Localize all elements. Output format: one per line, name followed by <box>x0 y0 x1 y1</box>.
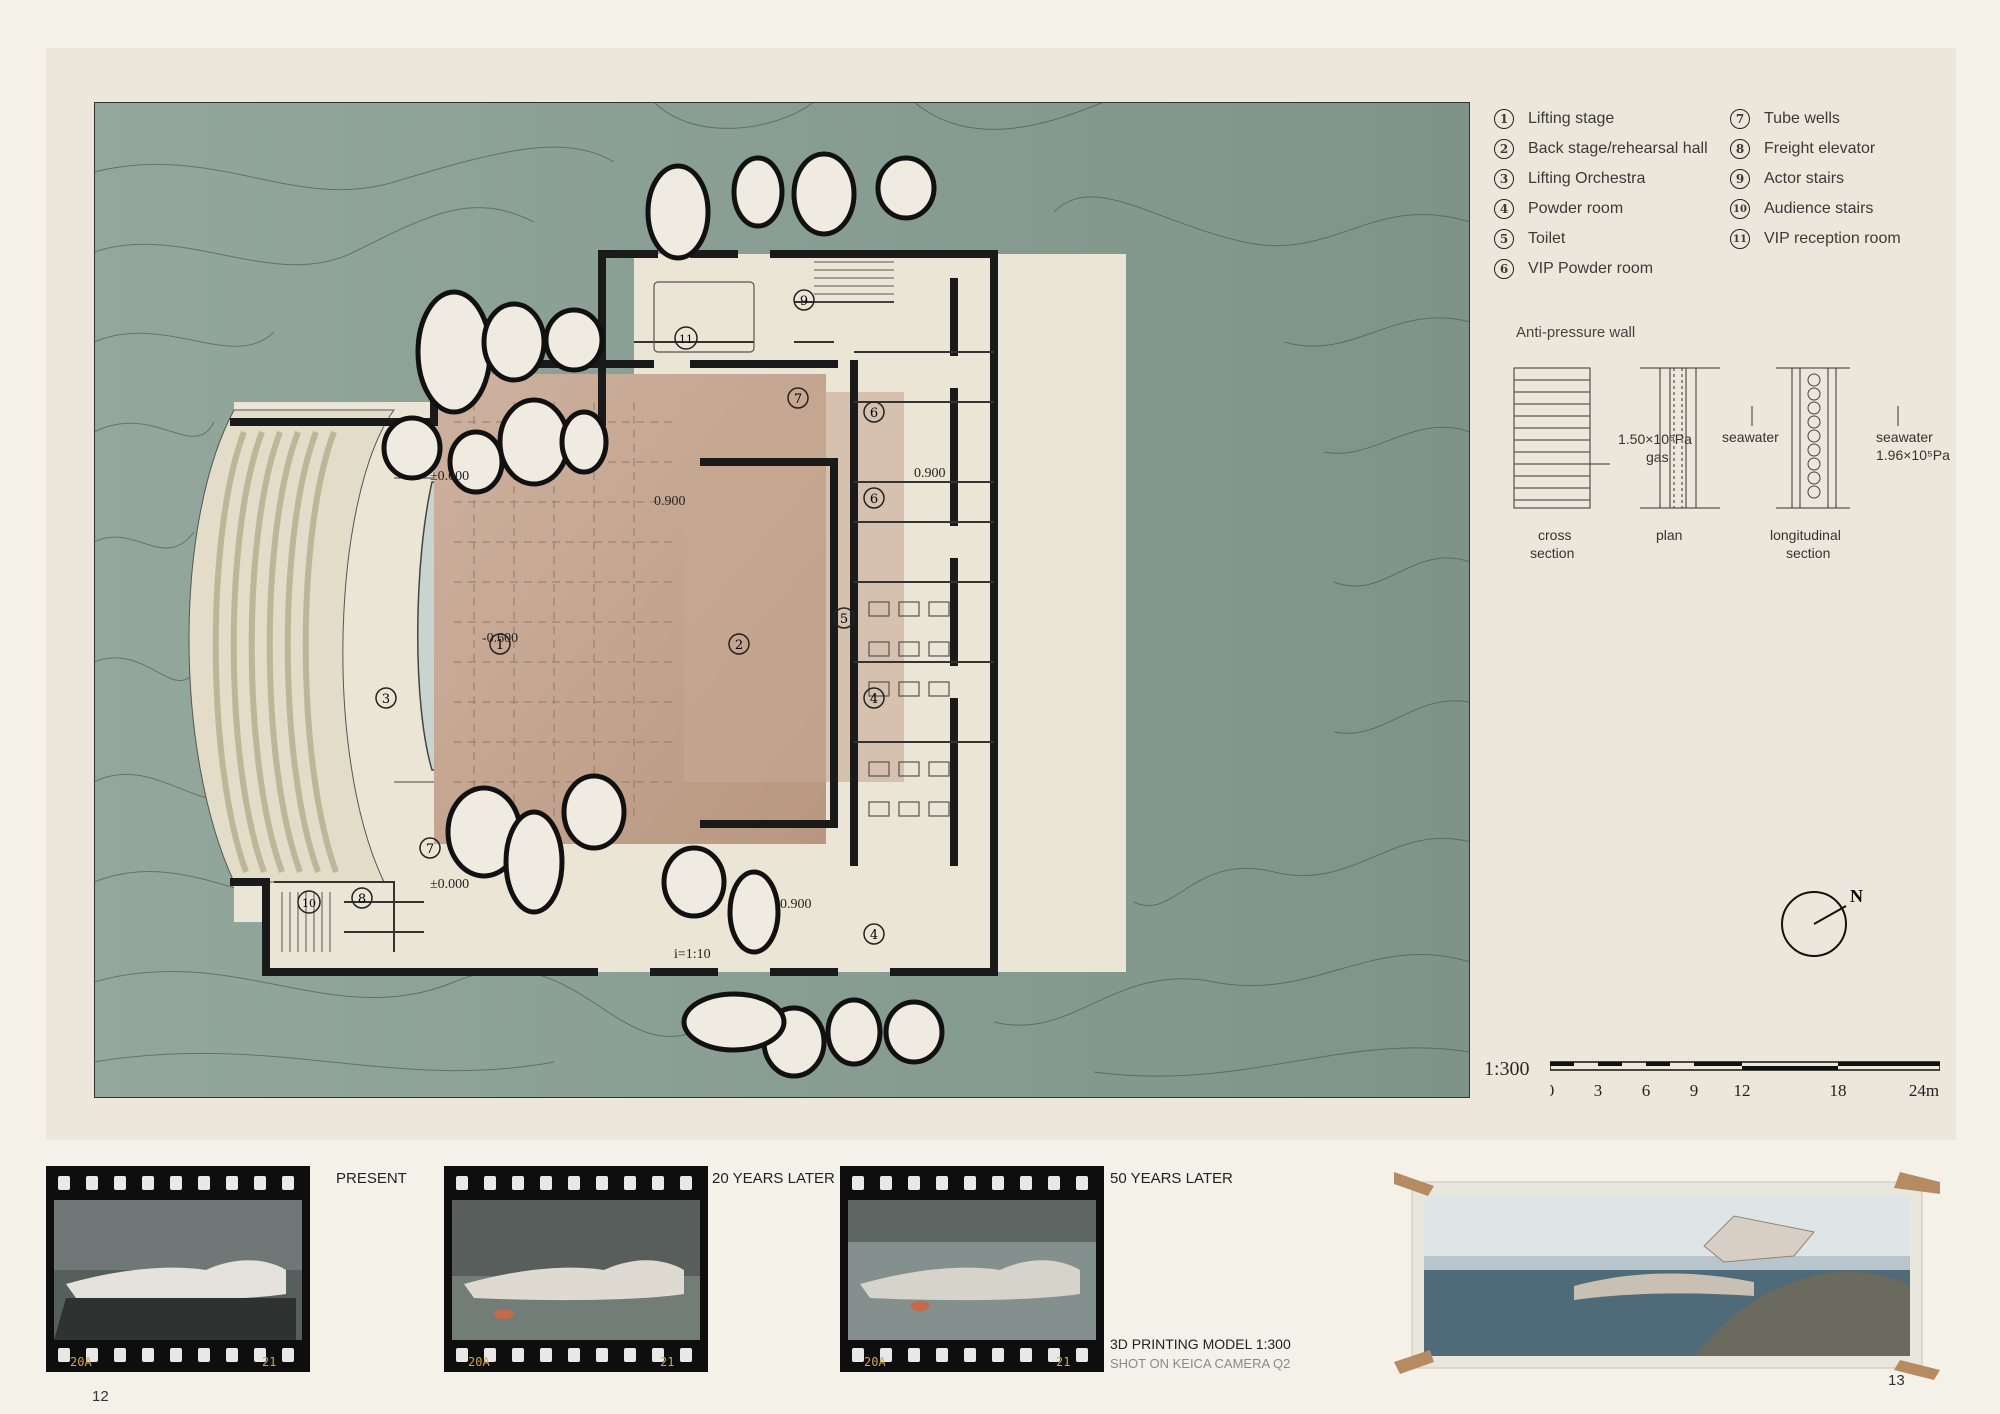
legend-item: 11 VIP reception room <box>1730 224 1901 254</box>
scale-bar: 0 3 6 9 12 18 24m <box>1550 1061 1940 1100</box>
room-2-label: 2 <box>735 638 743 653</box>
legend-label: Lifting Orchestra <box>1528 170 1646 187</box>
legend-label: Audience stairs <box>1764 200 1874 217</box>
film-label-50-years: 50 YEARS LATER <box>1110 1170 1233 1187</box>
legend-item: 9 Actor stairs <box>1730 164 1901 194</box>
legend-label: Freight elevator <box>1764 140 1876 157</box>
section-render-photo <box>1394 1172 1940 1380</box>
room-11-label: 11 <box>679 333 693 346</box>
legend-number: 1 <box>1494 109 1514 129</box>
scale-tick: 18 <box>1830 1081 1847 1100</box>
scale-tick: 0 <box>1550 1081 1554 1100</box>
legend-number: 3 <box>1494 169 1514 189</box>
floor-plan: 1 2 3 4 4 5 6 6 7 7 8 9 10 11 ±0.000 ±0.… <box>94 102 1470 1098</box>
film-frame: 21 <box>660 1355 674 1369</box>
legend-label: VIP reception room <box>1764 230 1901 247</box>
cross-section-label: section <box>1530 545 1574 561</box>
scale-tick: 12 <box>1734 1081 1751 1100</box>
longitudinal-section-label: section <box>1786 545 1830 561</box>
level-corridor: 0.900 <box>780 897 812 912</box>
film-label-present: PRESENT <box>336 1170 407 1187</box>
level-top-zero: ±0.000 <box>430 469 469 484</box>
legend-label: Tube wells <box>1764 110 1840 127</box>
anti-pressure-detail: 1.50×10⁵Pa gas seawater seawater 1.96×10… <box>1513 367 1950 561</box>
legend-label: Actor stairs <box>1764 170 1845 187</box>
legend-number: 6 <box>1494 259 1514 279</box>
legend-item: 7 Tube wells <box>1730 104 1901 134</box>
film-code: 20A <box>468 1355 490 1369</box>
model-subcaption: SHOT ON KEICA CAMERA Q2 <box>1110 1356 1291 1371</box>
back-stage <box>684 392 904 782</box>
legend-label: Back stage/rehearsal hall <box>1528 140 1708 157</box>
room-8-label: 8 <box>358 892 366 907</box>
legend-item: 8 Freight elevator <box>1730 134 1901 164</box>
room-4a-label: 4 <box>870 692 878 707</box>
sea-pressure-label: 1.96×10⁵Pa <box>1876 447 1950 463</box>
legend-left: 1 Lifting stage 2 Back stage/rehearsal hal… <box>1494 104 1708 284</box>
room-3-label: 3 <box>382 692 390 707</box>
film-frame: 21 <box>1056 1355 1070 1369</box>
film-photo-50-years: 20A 21 <box>840 1166 1104 1372</box>
legend-number: 11 <box>1730 229 1750 249</box>
legend-number: 10 <box>1730 199 1750 219</box>
scale-tick: 6 <box>1642 1081 1651 1100</box>
room-6b-label: 6 <box>870 492 878 507</box>
legend-number: 5 <box>1494 229 1514 249</box>
level-stage-a: 0.900 <box>654 494 686 509</box>
room-9-label: 9 <box>800 294 808 309</box>
legend-number: 8 <box>1730 139 1750 159</box>
room-7a-label: 7 <box>794 392 802 407</box>
film-code: 20A <box>864 1355 886 1369</box>
legend-number: 7 <box>1730 109 1750 129</box>
scale-tick: 9 <box>1690 1081 1699 1100</box>
film-code: 20A <box>70 1355 92 1369</box>
legend-item: 4 Powder room <box>1494 194 1708 224</box>
page-number-right: 13 <box>1888 1372 1905 1389</box>
legend-number: 2 <box>1494 139 1514 159</box>
film-photo-20-years: 20A 21 <box>444 1166 708 1372</box>
north-arrow: N <box>1781 886 1863 957</box>
room-10-label: 10 <box>302 897 316 910</box>
legend-label: Toilet <box>1528 230 1566 247</box>
legend-item: 6 VIP Powder room <box>1494 254 1708 284</box>
legend-item: 5 Toilet <box>1494 224 1708 254</box>
film-label-20-years: 20 YEARS LATER <box>712 1170 835 1187</box>
north-label: N <box>1850 886 1863 906</box>
gas-pressure-label: 1.50×10⁵Pa <box>1618 431 1692 447</box>
room-4b-label: 4 <box>870 928 878 943</box>
film-photo-present: 20A 21 <box>46 1166 310 1372</box>
legend-item: 1 Lifting stage <box>1494 104 1708 134</box>
room-7b-label: 7 <box>426 842 434 857</box>
cross-label: cross <box>1538 527 1571 543</box>
anti-pressure-title: Anti-pressure wall <box>1516 324 1636 341</box>
legend-item: 3 Lifting Orchestra <box>1494 164 1708 194</box>
page-number-left: 12 <box>92 1388 109 1405</box>
legend-number: 4 <box>1494 199 1514 219</box>
legend-number: 9 <box>1730 169 1750 189</box>
gas-label: gas <box>1646 449 1669 465</box>
level-bottom-zero: ±0.000 <box>430 877 469 892</box>
level-orchestra: -0.600 <box>482 631 518 646</box>
room-6a-label: 6 <box>870 406 878 421</box>
scale-tick: 24m <box>1909 1081 1939 1100</box>
legend-right: 7 Tube wells 8 Freight elevator 9 Actor sta… <box>1730 104 1901 254</box>
scale-tick: 3 <box>1594 1081 1603 1100</box>
seawater-plan-label: seawater <box>1722 429 1779 445</box>
legend-item: 2 Back stage/rehearsal hall <box>1494 134 1708 164</box>
film-frame: 21 <box>262 1355 276 1369</box>
legend-item: 10 Audience stairs <box>1730 194 1901 224</box>
seawater-long-label: seawater <box>1876 429 1933 445</box>
model-caption: 3D PRINTING MODEL 1:300 <box>1110 1336 1291 1352</box>
level-stage-b: 0.900 <box>914 466 946 481</box>
longitudinal-label: longitudinal <box>1770 527 1841 543</box>
legend-label: VIP Powder room <box>1528 260 1654 277</box>
slope-label: i=1:10 <box>674 947 711 962</box>
plan-label: plan <box>1656 527 1682 543</box>
legend-label: Powder room <box>1528 200 1624 217</box>
scale-ratio: 1:300 <box>1484 1058 1530 1080</box>
legend-label: Lifting stage <box>1528 110 1615 127</box>
room-5-label: 5 <box>840 612 848 627</box>
